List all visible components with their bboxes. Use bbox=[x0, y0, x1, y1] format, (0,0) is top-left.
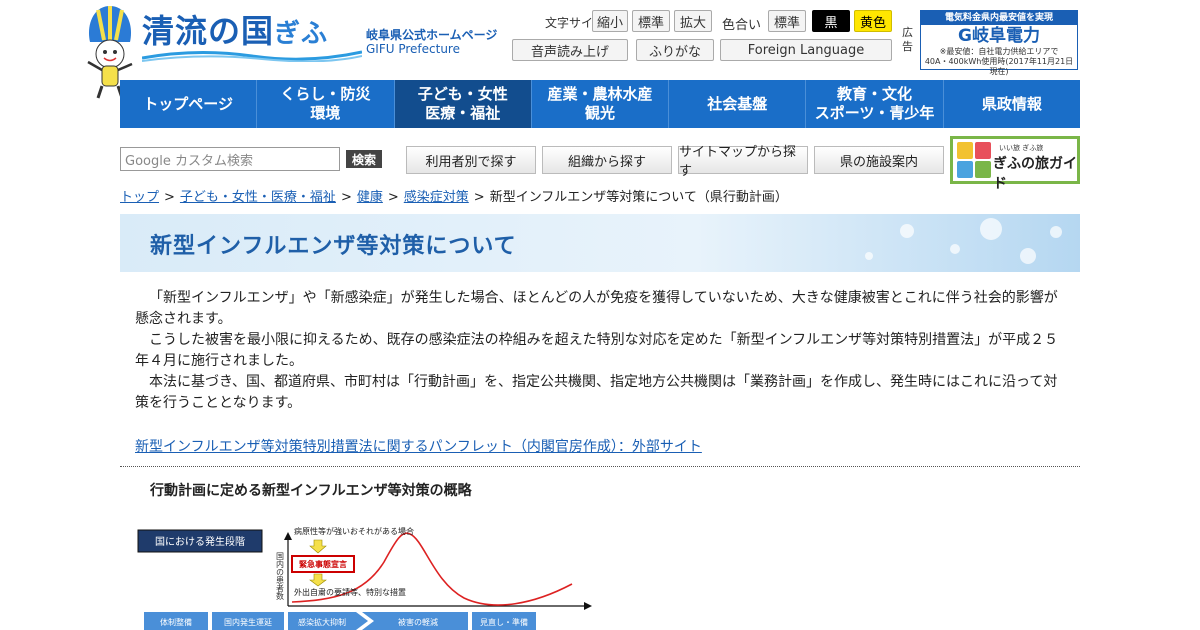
logo-main-text: 清流の国 bbox=[142, 12, 275, 50]
breadcrumb-category[interactable]: 子ども・女性・医療・福祉 bbox=[180, 190, 336, 205]
y-axis-label: 国内の患者数 bbox=[276, 552, 285, 601]
search-by-user-button[interactable]: 利用者別で探す bbox=[406, 146, 536, 174]
search-input[interactable]: Google カスタム検索 bbox=[120, 147, 340, 171]
search-by-org-button[interactable]: 組織から探す bbox=[542, 146, 672, 174]
nav-item-children-welfare[interactable]: 子ども・女性 医療・福祉 bbox=[394, 80, 532, 128]
page-root: 清流の国ぎふ 岐阜県公式ホームページ GIFU Prefecture 文字サイズ… bbox=[87, 0, 1080, 630]
logo-wave-icon bbox=[142, 50, 362, 62]
paragraph-1: 「新型インフルエンザ」や「新感染症」が発生した場合、ほとんどの人が免疫を獲得して… bbox=[135, 290, 1058, 327]
logo-subtitle-ja: 岐阜県公式ホームページ bbox=[366, 28, 498, 42]
breadcrumb-infection[interactable]: 感染症対策 bbox=[404, 190, 469, 205]
section-heading: 行動計画に定める新型インフルエンザ等対策の概略 bbox=[150, 483, 472, 499]
travel-guide-icon bbox=[957, 142, 991, 178]
phase-2-text: 国内発生運延 bbox=[224, 617, 272, 627]
ad-note-1: ※最安値：自社電力供給エリアで bbox=[939, 47, 1059, 56]
foreign-language-button[interactable]: Foreign Language bbox=[720, 39, 892, 61]
font-enlarge-button[interactable]: 拡大 bbox=[674, 10, 712, 32]
read-aloud-button[interactable]: 音声読み上げ bbox=[512, 39, 628, 61]
breadcrumb-current: 新型インフルエンザ等対策について（県行動計画） bbox=[489, 190, 788, 205]
nav-item-living[interactable]: くらし・防災 環境 bbox=[257, 80, 395, 128]
nav-item-education[interactable]: 教育・文化 スポーツ・青少年 bbox=[806, 80, 944, 128]
paragraph-3: 本法に基づき、国、都道府県、市町村は「行動計画」を、指定公共機関、指定地方公共機… bbox=[135, 374, 1058, 411]
breadcrumb-top[interactable]: トップ bbox=[120, 190, 159, 205]
font-standard-button[interactable]: 標準 bbox=[632, 10, 670, 32]
pamphlet-link[interactable]: 新型インフルエンザ等対策特別措置法に関するパンフレット（内閣官房作成）：外部サイ… bbox=[135, 436, 702, 456]
color-black-button[interactable]: 黒 bbox=[812, 10, 850, 32]
logo-subtitle-en: GIFU Prefecture bbox=[366, 42, 460, 56]
breadcrumb: トップ > 子ども・女性・医療・福祉 > 健康 > 感染症対策 > 新型インフルエンザ等対策につ… bbox=[120, 190, 788, 205]
note-top: 病原性等が強いおそれがある場合 bbox=[294, 526, 414, 536]
arrow-down-icon bbox=[309, 573, 327, 587]
color-yellow-button[interactable]: 黄色 bbox=[854, 10, 892, 32]
body-text: 「新型インフルエンザ」や「新感染症」が発生した場合、ほとんどの人が免疫を獲得して… bbox=[135, 288, 1065, 414]
travel-guide-small-text: いい旅 ぎふ旅 bbox=[999, 144, 1044, 152]
phase-1-text: 体制整備 bbox=[160, 617, 192, 627]
search-button[interactable]: 検索 bbox=[346, 150, 382, 168]
note-bottom: 外出自粛の要請等、特別な措置 bbox=[294, 587, 406, 597]
color-standard-button[interactable]: 標準 bbox=[768, 10, 806, 32]
section-divider bbox=[120, 466, 1080, 467]
phase-3-text: 感染拡大抑制 bbox=[298, 617, 346, 627]
color-label: 色合い bbox=[722, 18, 762, 33]
x-axis-arrow bbox=[584, 602, 592, 610]
furigana-button[interactable]: ふりがな bbox=[636, 39, 714, 61]
site-logo[interactable]: 清流の国ぎふ 岐阜県公式ホームページ GIFU Prefecture bbox=[80, 2, 500, 99]
font-shrink-button[interactable]: 縮小 bbox=[592, 10, 628, 32]
stage-label-text: 国における発生段階 bbox=[155, 535, 245, 548]
y-axis-arrow bbox=[284, 532, 292, 540]
paragraph-2: こうした被害を最小限に抑えるため、既存の感染症法の枠組みを超えた特別な対応を定め… bbox=[135, 332, 1059, 369]
nav-item-infrastructure[interactable]: 社会基盤 bbox=[669, 80, 807, 128]
arrow-down-icon bbox=[309, 539, 327, 554]
page-title-band: 新型インフルエンザ等対策について bbox=[120, 214, 1080, 272]
travel-guide-banner[interactable]: いい旅 ぎふ旅 ぎふの旅ガイド bbox=[950, 136, 1080, 192]
breadcrumb-health[interactable]: 健康 bbox=[357, 190, 383, 205]
global-nav: トップページ くらし・防災 環境 子ども・女性 医療・福祉 産業・農林水産 観光 社会… bbox=[120, 80, 1080, 128]
facilities-button[interactable]: 県の施設案内 bbox=[814, 146, 944, 174]
page-title: 新型インフルエンザ等対策について bbox=[150, 234, 517, 259]
travel-guide-text: ぎふの旅ガイド bbox=[993, 156, 1077, 192]
ad-top-text: 電気料金県内最安値を実現 bbox=[921, 11, 1077, 25]
ad-note-2: 40A・400kWh使用時(2017年11月21日現在) bbox=[924, 57, 1074, 76]
nav-item-government[interactable]: 県政情報 bbox=[944, 80, 1080, 128]
ad-label: 広告 bbox=[902, 26, 913, 53]
nav-item-top[interactable]: トップページ bbox=[120, 80, 258, 128]
nav-item-industry[interactable]: 産業・農林水産 観光 bbox=[532, 80, 670, 128]
phase-5-text: 見直し・準備 bbox=[480, 617, 528, 627]
sitemap-button[interactable]: サイトマップから探す bbox=[678, 145, 808, 179]
emergency-text: 緊急事態宣言 bbox=[299, 559, 347, 569]
ad-banner[interactable]: 電気料金県内最安値を実現 G岐阜電力 ※最安値：自社電力供給エリアで 40A・4… bbox=[920, 10, 1078, 76]
logo-suffix-text: ぎふ bbox=[274, 19, 329, 49]
ad-brand-text: G岐阜電力 bbox=[958, 26, 1040, 46]
overview-diagram: 国における発生段階 国内の患者数 病原性等が強いおそれがある場合 緊急事態宣言 … bbox=[137, 526, 592, 630]
phase-4-text: 被害の軽減 bbox=[398, 617, 438, 627]
